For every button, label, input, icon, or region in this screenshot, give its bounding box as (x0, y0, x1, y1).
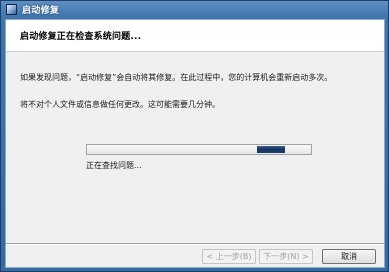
progress-marquee (257, 146, 285, 153)
startup-repair-icon (6, 4, 17, 15)
footer-separator (6, 243, 384, 245)
window-title: 启动修复 (22, 6, 60, 16)
dialog-body: 启动修复正在检查系统问题... 如果发现问题，“启动修复”会自动将其修复。在此过… (5, 19, 385, 268)
next-button[interactable]: 下一步(N) > (259, 249, 313, 264)
status-text: 正在查找问题... (86, 161, 142, 170)
header-panel: 启动修复正在检查系统问题... (6, 20, 384, 52)
back-button[interactable]: < 上一步(B) (202, 249, 256, 264)
info-message: 如果发现问题，“启动修复”会自动将其修复。在此过程中，您的计算机会重新启动多次。 (20, 73, 333, 82)
notice-message: 将不对个人文件或信息做任何更改。这可能需要几分钟。 (20, 100, 220, 109)
title-bar[interactable]: 启动修复 (1, 1, 388, 18)
startup-repair-window: 启动修复 启动修复正在检查系统问题... 如果发现问题，“启动修复”会自动将其修… (0, 0, 389, 272)
page-heading: 启动修复正在检查系统问题... (20, 32, 142, 42)
progress-bar (86, 144, 312, 155)
cancel-button[interactable]: 取消 (322, 249, 376, 264)
